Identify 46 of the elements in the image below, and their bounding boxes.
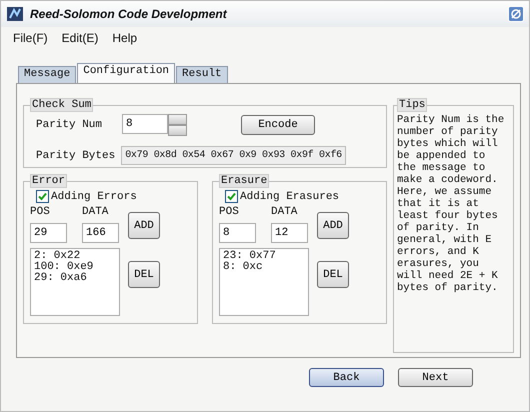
field-label: DATA xyxy=(271,206,298,218)
tab[interactable]: Result xyxy=(176,66,228,83)
checkbox-icon[interactable] xyxy=(225,190,238,203)
nav-button[interactable]: Next xyxy=(398,368,473,387)
spin-down-button[interactable] xyxy=(168,125,187,136)
field-label: Parity Bytes xyxy=(36,150,116,162)
menu-item[interactable]: Help xyxy=(112,31,138,45)
tab[interactable]: Message xyxy=(18,66,76,83)
data-field[interactable]: 166 xyxy=(82,223,119,243)
list-box[interactable]: 23: 0x77 8: 0xc xyxy=(219,248,309,316)
list-item[interactable]: 23: 0x77 xyxy=(223,251,305,262)
list-item[interactable]: 8: 0xc xyxy=(223,262,305,273)
field-label: DATA xyxy=(82,206,110,218)
group-label: Erasure xyxy=(219,174,270,188)
add-button[interactable]: ADD xyxy=(128,212,160,239)
menu-item[interactable]: File(F) xyxy=(13,31,48,45)
list-item[interactable]: 100: 0xe9 xyxy=(34,262,116,273)
parity-num-field[interactable]: 8 xyxy=(122,114,168,134)
close-button[interactable] xyxy=(508,6,524,22)
parity-bytes-field: 0x79 0x8d 0x54 0x67 0x9 0x93 0x9f 0xf6 xyxy=(121,146,346,165)
data-field[interactable]: 12 xyxy=(271,223,308,243)
delete-button[interactable]: DEL xyxy=(317,261,349,288)
nav-button[interactable]: Back xyxy=(309,368,384,387)
field-label: POS xyxy=(30,206,51,218)
tab[interactable]: Configuration xyxy=(77,63,176,83)
list-item[interactable]: 2: 0x22 xyxy=(34,251,116,262)
add-button[interactable]: ADD xyxy=(317,212,349,239)
list-item[interactable]: 29: 0xa6 xyxy=(34,273,116,284)
app-icon xyxy=(6,6,24,22)
checkbox[interactable]: Adding Errors xyxy=(36,190,191,203)
spin-up-button[interactable] xyxy=(168,114,187,125)
checkbox[interactable]: Adding Erasures xyxy=(225,190,380,203)
menu-item[interactable]: Edit(E) xyxy=(62,31,98,45)
list-box[interactable]: 2: 0x22 100: 0xe9 29: 0xa6 xyxy=(30,248,120,316)
pos-field[interactable]: 29 xyxy=(30,223,67,243)
tips-text: Parity Num is the number of parity bytes which will be appended to the message to make a codeword. Here, we assume that it is at least four bytes of parity. In general, with E errors, and K erasures, you will need 2E + K bytes of parity. xyxy=(397,114,506,294)
pos-field[interactable]: 8 xyxy=(219,223,256,243)
window-title: Reed-Solomon Code Development xyxy=(30,7,228,21)
field-label: Parity Num xyxy=(36,119,104,131)
checkbox-icon[interactable] xyxy=(36,190,49,203)
group-label: Error xyxy=(30,174,68,188)
encode-button[interactable]: Encode xyxy=(241,115,315,135)
group-label: Tips xyxy=(397,98,428,112)
group-label: Check Sum xyxy=(30,98,94,112)
delete-button[interactable]: DEL xyxy=(128,261,160,288)
field-label: POS xyxy=(219,206,240,218)
